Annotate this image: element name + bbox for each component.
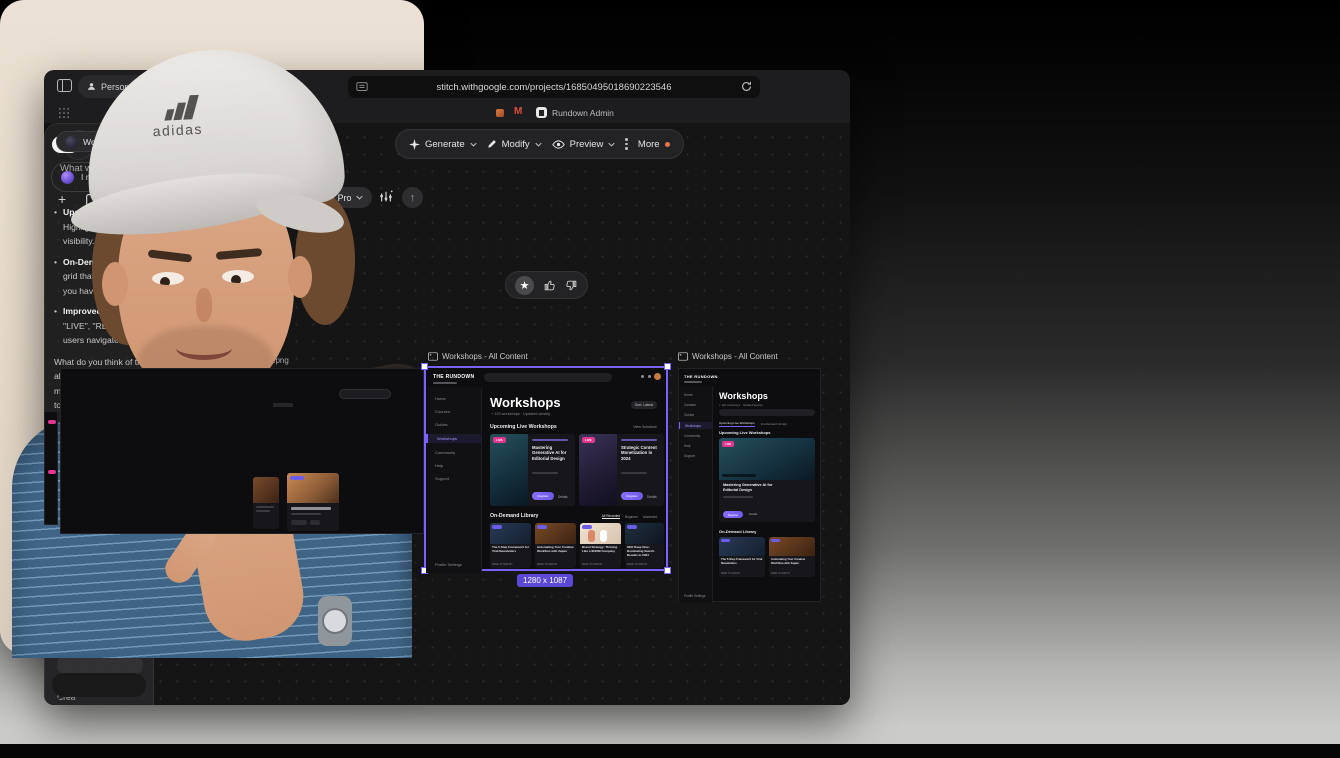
frame-icon	[678, 352, 688, 361]
design-avatar	[654, 373, 661, 380]
design-title: Workshops	[490, 395, 561, 410]
thumbs-up-icon[interactable]	[543, 279, 556, 292]
design-subtitle: + 120 workshops · Updated weekly	[719, 403, 763, 407]
design-frame-variant[interactable]: THE RUNDOWN Home Courses Guides Workshop…	[678, 368, 821, 602]
person-icon	[87, 82, 96, 91]
design-od-card: Brand Strategy: Thriving Like a $100M Co…	[580, 523, 621, 568]
design-sort: Sort: Latest	[631, 401, 657, 409]
design-brand-sub	[433, 382, 457, 384]
panel-action-button[interactable]	[52, 673, 146, 697]
main-toolbar: Generate Modify Preview More	[395, 129, 684, 159]
design-topbar-dot	[641, 375, 644, 378]
reaction-bar: ★	[505, 271, 588, 299]
modify-button[interactable]: Modify	[487, 139, 542, 150]
preview-button[interactable]: Preview	[552, 139, 616, 150]
grid-icon[interactable]	[59, 108, 69, 118]
chip-thumbnail	[65, 136, 77, 148]
send-button[interactable]: ↑	[402, 187, 423, 208]
eye-icon	[552, 140, 565, 149]
design-subtitle: + 120 workshops · Updated weekly	[491, 412, 550, 416]
design-view-schedule: View Schedule	[633, 425, 657, 429]
bookmark-label: Rundown Admin	[552, 108, 614, 118]
ghost-pill	[339, 389, 391, 399]
design-brand: THE RUNDOWN	[684, 374, 718, 379]
url-bar[interactable]: stitch.withgoogle.com/projects/168504950…	[348, 76, 760, 98]
ghost-bar	[273, 403, 293, 407]
design-od-section: On-Demand Library	[719, 529, 756, 534]
refresh-icon[interactable]	[741, 81, 752, 92]
star-icon: ★	[520, 279, 530, 292]
design-live-section: Upcoming Live Workshops	[490, 424, 557, 430]
gmail-icon[interactable]: M	[514, 106, 522, 117]
notification-dot	[665, 142, 670, 147]
screen: Personal stitch.withgoogle.com/projects/…	[0, 0, 1340, 758]
thumbs-down-icon[interactable]	[565, 279, 578, 292]
size-badge: 1280 x 1087	[517, 574, 573, 587]
eye	[222, 270, 254, 283]
design-live-section: Upcoming Live Workshops	[719, 430, 771, 435]
generate-button[interactable]: Generate	[409, 139, 477, 150]
design-od-card: The 5-Step Framework for Viral Newslette…	[719, 537, 765, 577]
design-od-card: Automating Your Creative Workflow with Z…	[769, 537, 815, 577]
edge-live-badge	[48, 420, 56, 424]
nose	[196, 288, 212, 322]
watch	[318, 596, 352, 646]
resize-handle[interactable]	[664, 363, 671, 370]
chevron-down-icon	[470, 142, 477, 147]
design-frame-selected[interactable]: THE RUNDOWN Home Courses Guides Workshop…	[424, 366, 668, 571]
design-featured-card: LIVE Mastering Generative AI for Editori…	[719, 438, 815, 522]
bookmark-favicon[interactable]	[496, 109, 504, 117]
send-arrow-icon: ↑	[410, 192, 416, 204]
overflow-icon[interactable]	[625, 138, 628, 150]
chevron-down-icon	[356, 195, 363, 200]
rundown-favicon	[536, 107, 547, 118]
bookmark-rundown-admin[interactable]: Rundown Admin	[536, 107, 614, 118]
tuner-icon[interactable]	[379, 190, 393, 204]
ghost-card	[253, 477, 279, 529]
ear	[288, 256, 312, 298]
frame-icon	[428, 352, 438, 361]
more-button[interactable]: More	[638, 139, 670, 150]
design-searchbar	[719, 409, 815, 416]
sidebar-toggle-icon[interactable]	[57, 79, 72, 92]
design-topbar-dot	[648, 375, 651, 378]
adidas-logo: adidas	[151, 95, 203, 140]
edge-frame[interactable]	[44, 411, 58, 525]
resize-handle[interactable]	[664, 567, 671, 574]
design-featured-card: LIVE Mastering Generative AI for Editori…	[490, 434, 575, 506]
add-icon[interactable]: +	[58, 191, 66, 207]
frame-label[interactable]: Workshops - All Content	[678, 352, 778, 361]
design-searchbar	[484, 373, 612, 382]
frame-label[interactable]: Workshops - All Content	[428, 352, 528, 361]
letterbox-bar	[0, 744, 1340, 758]
design-od-section: On-Demand Library	[490, 513, 538, 519]
chevron-down-icon	[608, 142, 615, 147]
design-sidebar: Home Courses Guides Workshops Community …	[426, 387, 482, 573]
ear	[102, 262, 128, 306]
mouth	[176, 336, 232, 360]
resize-handle[interactable]	[421, 363, 428, 370]
design-od-tabs: All Recorded Beginner Advanced	[602, 514, 657, 519]
design-tabs: Upcoming Live Workshops On-Demand Librar…	[719, 421, 787, 427]
reader-icon[interactable]	[356, 81, 368, 93]
ghost-frame[interactable]	[60, 368, 424, 534]
design-featured-card: LIVE Strategic Content Monetization in 2…	[579, 434, 664, 506]
design-sidebar: Home Courses Guides Workshops Community …	[679, 386, 713, 603]
pencil-icon	[487, 139, 497, 149]
chevron-down-icon	[535, 142, 542, 147]
ghost-card	[287, 473, 339, 531]
adidas-wordmark: adidas	[152, 121, 203, 140]
design-title: Workshops	[719, 391, 768, 401]
design-od-card: Automating Your Creative Workflow with Z…	[535, 523, 576, 568]
edge-live-badge	[48, 470, 56, 474]
star-button[interactable]: ★	[515, 276, 534, 295]
url-text: stitch.withgoogle.com/projects/168504950…	[436, 82, 671, 93]
design-od-card: The 5-Step Framework for Viral Newslette…	[490, 523, 531, 568]
design-brand-sub	[684, 381, 702, 383]
eye	[152, 272, 184, 285]
design-brand: THE RUNDOWN	[433, 374, 474, 380]
sparkle-icon	[409, 139, 420, 150]
design-od-card: SEO Deep Dive: Dominating Search Results…	[625, 523, 664, 568]
